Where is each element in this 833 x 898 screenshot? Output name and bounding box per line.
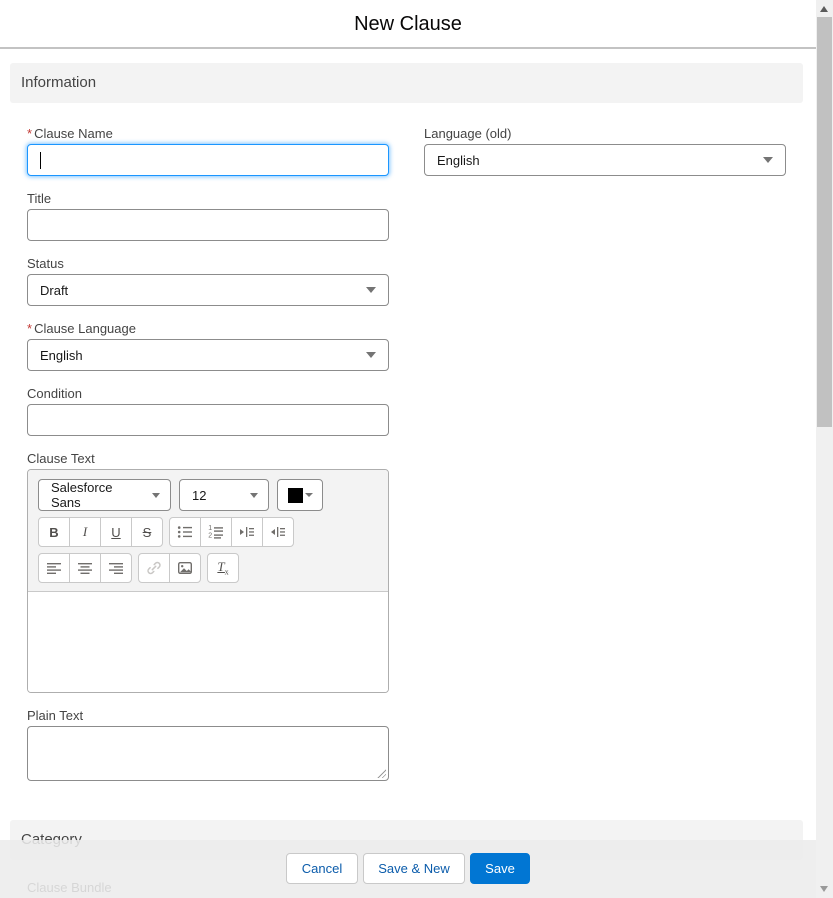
outdent-button[interactable] (262, 517, 294, 547)
italic-button[interactable]: I (69, 517, 101, 547)
text-cursor-caret (40, 152, 41, 169)
clause-language-value: English (40, 347, 83, 363)
font-family-dropdown[interactable]: Salesforce Sans (38, 479, 171, 511)
clause-name-label: * Clause Name (27, 126, 113, 141)
rte-toolbar: Salesforce Sans 12 B I U S 1 2 Tx (28, 470, 388, 592)
strikethrough-button[interactable]: S (131, 517, 163, 547)
bold-icon: B (49, 524, 59, 540)
chevron-down-icon (304, 493, 313, 497)
indent-button[interactable] (231, 517, 263, 547)
align-left-icon (47, 563, 61, 574)
list-group: 12 (169, 517, 294, 547)
text-color-picker[interactable] (277, 479, 323, 511)
insert-group (138, 553, 201, 583)
title-input[interactable] (27, 209, 389, 241)
align-right-icon (109, 563, 123, 574)
align-right-button[interactable] (100, 553, 132, 583)
rte-toolbar-row-3: Tx (38, 553, 378, 583)
chevron-down-icon (152, 492, 160, 498)
indent-icon (240, 527, 254, 537)
required-asterisk: * (27, 126, 33, 141)
save-and-new-button[interactable]: Save & New (363, 853, 465, 884)
language-old-label: Language (old) (424, 126, 512, 141)
new-clause-modal: New Clause Information * Clause Name Titl… (0, 0, 816, 898)
italic-icon: I (82, 524, 88, 539)
rte-content-area[interactable] (28, 592, 388, 692)
clear-formatting-icon: Tx (217, 559, 229, 577)
field-condition: Condition (27, 386, 389, 436)
resize-handle[interactable] (376, 768, 386, 778)
link-icon (147, 561, 161, 575)
form-column-right: Language (old) English (424, 126, 786, 191)
align-left-button[interactable] (38, 553, 70, 583)
status-label: Status (27, 256, 64, 271)
cancel-button[interactable]: Cancel (286, 853, 358, 884)
field-language-old: Language (old) English (424, 126, 786, 176)
field-title: Title (27, 191, 389, 241)
svg-text:2: 2 (208, 533, 212, 540)
section-header-information[interactable]: Information (10, 63, 803, 103)
page-title: New Clause (354, 13, 462, 35)
clause-text-label: Clause Text (27, 451, 95, 466)
condition-label: Condition (27, 386, 82, 401)
underline-button[interactable]: U (100, 517, 132, 547)
field-status: Status Draft (27, 256, 389, 306)
image-button[interactable] (169, 553, 201, 583)
outdent-icon (271, 527, 285, 537)
field-clause-name: * Clause Name (27, 126, 389, 176)
font-size-value: 12 (192, 487, 207, 503)
chevron-down-icon (763, 157, 773, 163)
clear-group: Tx (207, 553, 239, 583)
modal-header: New Clause (0, 0, 816, 49)
format-group: B I U S (38, 517, 163, 547)
chevron-down-icon (366, 287, 376, 293)
form-column-left: * Clause Name Title Status Draft * Clause … (27, 126, 389, 796)
color-swatch (287, 487, 303, 503)
align-center-icon (78, 563, 92, 574)
scroll-down-arrow-icon[interactable] (820, 886, 828, 892)
plain-text-textarea[interactable] (27, 726, 389, 781)
field-plain-text: Plain Text (27, 708, 389, 781)
condition-input[interactable] (27, 404, 389, 436)
field-clause-language: * Clause Language English (27, 321, 389, 371)
svg-text:1: 1 (208, 525, 212, 532)
scrollbar-thumb[interactable] (817, 17, 832, 427)
align-center-button[interactable] (69, 553, 101, 583)
bold-button[interactable]: B (38, 517, 70, 547)
chevron-down-icon (250, 492, 258, 498)
clear-formatting-button[interactable]: Tx (207, 553, 239, 583)
clause-language-label: * Clause Language (27, 321, 136, 336)
numbered-list-button[interactable]: 12 (200, 517, 232, 547)
underline-icon: U (111, 524, 121, 540)
image-icon (178, 562, 193, 575)
required-asterisk: * (27, 321, 33, 336)
rte-toolbar-row-1: Salesforce Sans 12 (38, 479, 378, 511)
align-group (38, 553, 132, 583)
clause-name-input[interactable] (27, 144, 389, 176)
strikethrough-icon: S (142, 524, 152, 540)
plain-text-label: Plain Text (27, 708, 84, 723)
modal-footer: Cancel Save & New Save (0, 840, 816, 898)
status-value: Draft (40, 282, 69, 298)
title-label: Title (27, 191, 52, 206)
field-clause-text: Clause Text Salesforce Sans 12 B I U S 1… (27, 451, 389, 693)
link-button[interactable] (138, 553, 170, 583)
language-old-dropdown[interactable]: English (424, 144, 786, 176)
numbered-list-icon: 12 (208, 525, 223, 540)
information-form: * Clause Name Title Status Draft * Clause … (0, 103, 816, 796)
font-size-dropdown[interactable]: 12 (179, 479, 269, 511)
status-dropdown[interactable]: Draft (27, 274, 389, 306)
chevron-down-icon (366, 352, 376, 358)
bullet-list-icon (177, 526, 192, 538)
language-old-value: English (437, 152, 480, 168)
scroll-up-arrow-icon[interactable] (820, 6, 828, 12)
bullet-list-button[interactable] (169, 517, 201, 547)
section-title: Information (21, 74, 97, 91)
vertical-scrollbar[interactable] (816, 0, 833, 898)
rte-toolbar-row-2: B I U S 12 (38, 517, 378, 547)
clause-language-dropdown[interactable]: English (27, 339, 389, 371)
rich-text-editor: Salesforce Sans 12 B I U S 1 2 Tx (27, 469, 389, 693)
save-button[interactable]: Save (470, 853, 530, 884)
font-family-value: Salesforce Sans (51, 480, 113, 510)
